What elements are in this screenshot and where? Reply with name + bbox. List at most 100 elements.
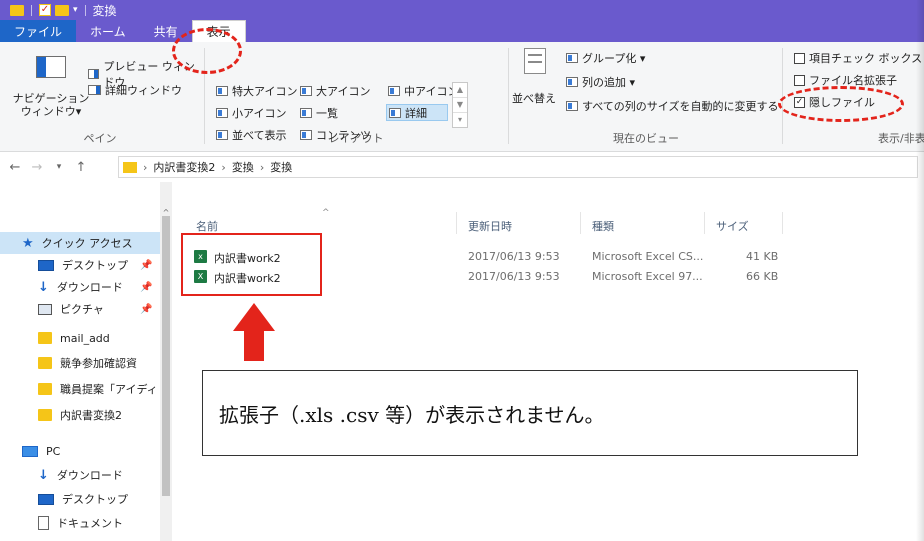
new-folder-icon[interactable] <box>55 4 69 16</box>
size-all-columns-label: すべての列のサイズを自動的に変更する <box>582 100 779 113</box>
pin-icon[interactable]: 📌 <box>140 282 152 293</box>
layout-gallery-scroll[interactable]: ▲ ▼ ▾ <box>452 82 468 128</box>
column-header-size[interactable]: サイズ <box>716 218 749 234</box>
address-bar-row: ← → ▾ ↑ › 内訳書変換2 › 変換 › 変換 <box>0 152 924 182</box>
group-by-icon <box>566 53 578 63</box>
sidebar-item-pc[interactable]: PC <box>0 440 172 462</box>
column-divider[interactable] <box>782 212 783 234</box>
breadcrumb-item[interactable]: 内訳書変換2 <box>153 159 215 175</box>
sidebar-item-label: ピクチャ <box>60 303 104 316</box>
window-shadow <box>916 0 924 541</box>
sidebar-item-pictures[interactable]: ピクチャ 📌 <box>0 298 172 320</box>
separator <box>84 4 86 16</box>
sidebar-item-label: ダウンロード <box>56 281 123 294</box>
layout-details[interactable]: 詳細 <box>386 104 448 121</box>
chevron-right-icon[interactable]: › <box>221 161 225 174</box>
properties-icon[interactable]: ✓ <box>39 4 51 16</box>
layout-medium-icons[interactable]: 中アイコン <box>386 82 460 99</box>
separator <box>31 4 32 16</box>
desktop-icon <box>38 259 54 271</box>
navigation-pane-button[interactable]: ナビゲーション ウィンドウ▾ <box>6 92 96 118</box>
address-bar[interactable]: › 内訳書変換2 › 変換 › 変換 <box>118 156 918 178</box>
sidebar-item-downloads[interactable]: ↓ ダウンロード 📌 <box>0 276 172 298</box>
sidebar-item-label: デスクトップ <box>62 493 128 506</box>
list-icon <box>300 107 312 118</box>
layout-item-label: 一覧 <box>316 106 338 120</box>
item-checkboxes-toggle[interactable]: 項目チェック ボックス <box>794 50 922 66</box>
add-columns-icon <box>566 77 578 87</box>
download-icon: ↓ <box>38 467 49 483</box>
navigation-pane-scrollbar[interactable]: ^ <box>160 182 172 541</box>
pin-icon[interactable]: 📌 <box>140 304 152 315</box>
layout-small-icons[interactable]: 小アイコン <box>214 104 288 121</box>
file-type: Microsoft Excel 97... <box>592 270 703 283</box>
documents-icon <box>38 516 49 530</box>
folder-icon <box>10 4 24 16</box>
sidebar-item-documents[interactable]: ドキュメント <box>0 512 172 534</box>
download-icon: ↓ <box>38 279 49 295</box>
layout-list[interactable]: 一覧 <box>298 104 340 121</box>
column-header-name[interactable]: 名前 <box>196 218 218 234</box>
scroll-down-icon[interactable]: ▼ <box>453 98 467 113</box>
sidebar-item-folder[interactable]: 職員提案「アイディ <box>0 378 172 400</box>
customize-qat-icon[interactable]: ▾ <box>73 5 78 15</box>
layout-tiles[interactable]: 並べて表示 <box>214 126 289 143</box>
sidebar-item-downloads[interactable]: ↓ ダウンロード <box>0 464 172 486</box>
item-checkboxes-label: 項目チェック ボックス <box>809 52 923 65</box>
sidebar-item-label: mail_add <box>60 331 110 345</box>
medium-icons-icon <box>388 85 400 96</box>
sidebar-item-quick-access[interactable]: ★ クイック アクセス <box>0 232 172 254</box>
folder-icon <box>38 332 52 344</box>
layout-item-label: 小アイコン <box>232 106 287 120</box>
group-separator <box>508 48 509 144</box>
sidebar-item-desktop[interactable]: デスクトップ <box>0 488 172 510</box>
file-type: Microsoft Excel CS... <box>592 250 704 263</box>
chevron-right-icon[interactable]: › <box>260 161 264 174</box>
chevron-right-icon[interactable]: › <box>143 161 147 174</box>
details-pane-button[interactable]: 詳細ウィンドウ <box>88 82 182 98</box>
group-by-button[interactable]: グループ化 ▾ <box>566 50 645 66</box>
forward-arrow-icon[interactable]: → <box>26 160 48 175</box>
file-size: 66 KB <box>746 270 779 283</box>
folder-icon <box>123 161 137 173</box>
layout-content[interactable]: コンテンツ <box>298 126 373 143</box>
layout-extra-large-icons[interactable]: 特大アイコン <box>214 82 299 99</box>
column-divider[interactable] <box>704 212 705 234</box>
column-header-date[interactable]: 更新日時 <box>468 218 512 234</box>
pictures-icon <box>38 303 52 315</box>
back-arrow-icon[interactable]: ← <box>4 160 26 175</box>
pin-icon[interactable]: 📌 <box>140 260 152 271</box>
sidebar-item-mail-add[interactable]: mail_add <box>0 327 172 349</box>
file-date: 2017/06/13 9:53 <box>468 270 560 283</box>
sort-button[interactable]: 並べ替え <box>512 90 556 106</box>
scrollbar-thumb[interactable] <box>162 216 170 496</box>
breadcrumb-item[interactable]: 変換 <box>270 159 292 175</box>
file-date: 2017/06/13 9:53 <box>468 250 560 263</box>
content-icon <box>300 129 312 140</box>
sidebar-item-label: PC <box>46 444 61 458</box>
navigation-pane-icon[interactable] <box>36 56 66 78</box>
more-icon[interactable]: ▾ <box>453 113 467 128</box>
scroll-up-icon[interactable]: ▲ <box>453 83 467 98</box>
annotation-ellipse-view-tab <box>172 28 242 74</box>
sidebar-item-label: ダウンロード <box>56 469 123 482</box>
layout-large-icons[interactable]: 大アイコン <box>298 82 372 99</box>
tab-home[interactable]: ホーム <box>76 20 140 42</box>
checkbox-icon[interactable] <box>794 52 805 64</box>
tab-file[interactable]: ファイル <box>0 20 77 42</box>
column-header-type[interactable]: 種類 <box>592 218 614 234</box>
sort-icon[interactable] <box>524 48 546 74</box>
recent-locations-icon[interactable]: ▾ <box>48 162 70 172</box>
breadcrumb-item[interactable]: 変換 <box>232 159 254 175</box>
sidebar-item-desktop[interactable]: デスクトップ 📌 <box>0 254 172 276</box>
folder-icon <box>38 409 52 421</box>
sidebar-item-folder[interactable]: 競争参加確認資 <box>0 352 172 374</box>
column-divider[interactable] <box>456 212 457 234</box>
size-all-columns-button[interactable]: すべての列のサイズを自動的に変更する <box>566 98 778 114</box>
up-arrow-icon[interactable]: ↑ <box>70 160 92 175</box>
column-divider[interactable] <box>580 212 581 234</box>
folder-icon <box>38 357 52 369</box>
sidebar-item-folder[interactable]: 内訳書変換2 <box>0 404 172 426</box>
add-columns-button[interactable]: 列の追加 ▾ <box>566 74 635 90</box>
checkbox-icon[interactable] <box>794 74 805 86</box>
